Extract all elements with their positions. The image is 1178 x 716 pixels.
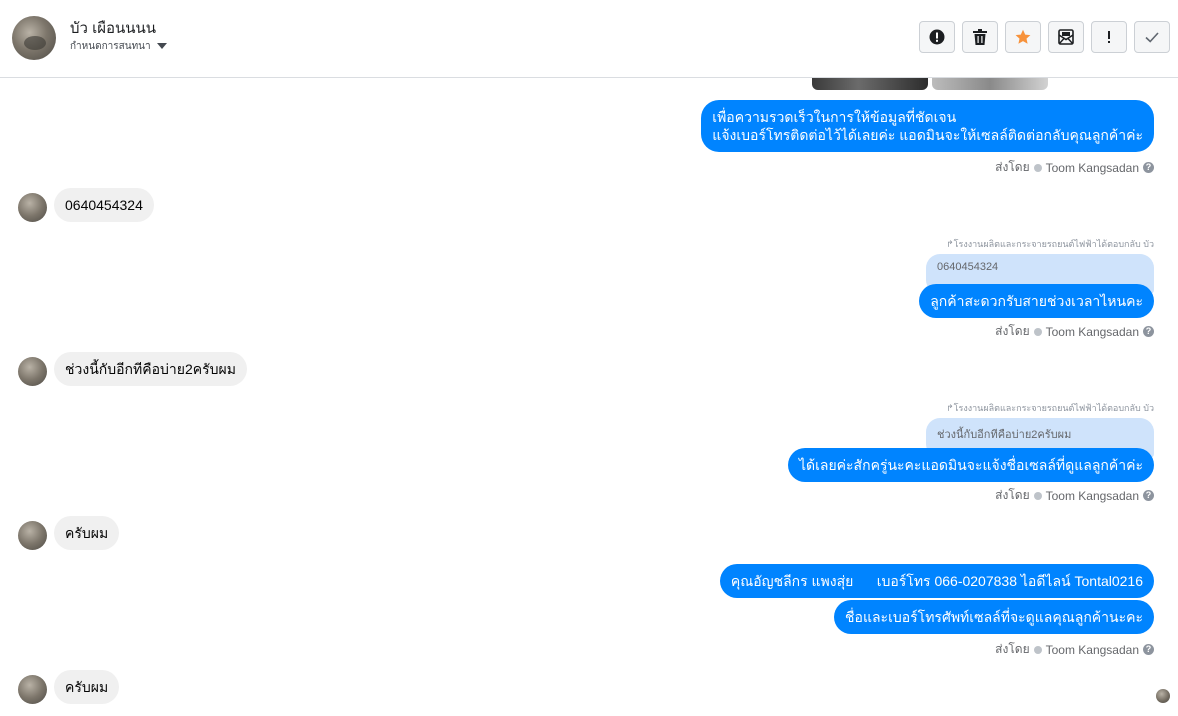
photo-attachment[interactable] (812, 78, 928, 90)
outgoing-message[interactable]: ลูกค้าสะดวกรับสายช่วงเวลาไหนคะ (919, 284, 1154, 318)
sent-by-prefix: ส่งโดย (995, 324, 1030, 338)
reply-arrow-icon: ↱ (946, 239, 954, 249)
reply-note-text: โรงงานผลิตและกระจายรถยนต์ไฟฟ้าได้ตอบกลับ… (953, 403, 1154, 413)
attached-photos (812, 78, 1048, 90)
message-line: แจ้งเบอร์โทรติดต่อไว้ได้เลยค่ะ แอดมินจะใ… (712, 127, 1143, 143)
contact-avatar[interactable] (12, 16, 56, 60)
sent-by-label: ส่งโดย Toom Kangsadan ? (995, 640, 1154, 659)
mark-unread-button[interactable] (1048, 21, 1084, 53)
sent-by-prefix: ส่งโดย (995, 642, 1030, 656)
sent-by-label: ส่งโดย Toom Kangsadan ? (995, 486, 1154, 505)
help-icon[interactable]: ? (1143, 490, 1154, 501)
sent-by-prefix: ส่งโดย (995, 160, 1030, 174)
agent-name: Toom Kangsadan (1045, 642, 1139, 657)
sender-avatar[interactable] (18, 193, 47, 222)
agent-name: Toom Kangsadan (1045, 324, 1139, 339)
report-button[interactable] (919, 21, 955, 53)
seen-receipt-avatar (1156, 689, 1170, 703)
agent-status-icon (1033, 645, 1042, 654)
outgoing-message[interactable]: เพื่อความรวดเร็วในการให้ข้อมูลที่ชัดเจน … (701, 100, 1154, 152)
contact-name[interactable]: บัว เผือนนนน (70, 16, 156, 40)
photo-attachment[interactable] (932, 78, 1048, 90)
sender-avatar[interactable] (18, 521, 47, 550)
outgoing-message[interactable]: ได้เลยค่ะสักครู่นะคะแอดมินจะแจ้งชื่อเซลล… (787, 448, 1154, 482)
checkmark-icon (1145, 32, 1159, 43)
delete-button[interactable] (962, 21, 998, 53)
agent-status-icon (1033, 327, 1042, 336)
help-icon[interactable]: ? (1143, 644, 1154, 655)
outgoing-message[interactable]: ชื่อและเบอร์โทรศัพท์เซลล์ที่จะดูแลคุณลูก… (834, 600, 1154, 634)
reply-note: ↱โรงงานผลิตและกระจายรถยนต์ไฟฟ้าได้ตอบกลั… (946, 237, 1154, 251)
incoming-message[interactable]: ครับผม (54, 516, 120, 550)
sent-by-prefix: ส่งโดย (995, 488, 1030, 502)
star-button[interactable] (1005, 21, 1041, 53)
help-icon[interactable]: ? (1143, 162, 1154, 173)
agent-status-icon (1033, 163, 1042, 172)
help-icon[interactable]: ? (1143, 326, 1154, 337)
reply-note: ↱โรงงานผลิตและกระจายรถยนต์ไฟฟ้าได้ตอบกลั… (946, 401, 1154, 415)
reply-note-text: โรงงานผลิตและกระจายรถยนต์ไฟฟ้าได้ตอบกลับ… (953, 239, 1154, 249)
caret-down-icon (156, 43, 167, 50)
sender-avatar[interactable] (18, 675, 47, 704)
sent-by-label: ส่งโดย Toom Kangsadan ? (995, 322, 1154, 341)
message-line: เพื่อความรวดเร็วในการให้ข้อมูลที่ชัดเจน (712, 109, 957, 125)
agent-status-icon (1033, 491, 1042, 500)
sent-by-label: ส่งโดย Toom Kangsadan ? (995, 158, 1154, 177)
conversation-label-dropdown[interactable]: กำหนดการสนทนา (70, 39, 167, 54)
incoming-message[interactable]: ครับผม (54, 670, 120, 704)
conversation-toolbar (919, 21, 1170, 53)
mark-done-button[interactable] (1134, 21, 1170, 53)
incoming-message[interactable]: 0640454324 (54, 188, 154, 222)
follow-up-button[interactable] (1091, 21, 1127, 53)
mark-unread-icon (1058, 29, 1074, 45)
trash-icon (973, 29, 987, 45)
outgoing-message[interactable]: คุณอัญชลีกร แพงสุ่ย เบอร์โทร 066-0207838… (719, 564, 1154, 598)
sender-avatar[interactable] (18, 357, 47, 386)
conversation-label-text: กำหนดการสนทนา (70, 41, 151, 52)
report-icon (929, 29, 945, 45)
reply-arrow-icon: ↱ (946, 403, 954, 413)
star-icon (1015, 29, 1031, 44)
incoming-message[interactable]: ช่วงนี้กับอีกทีคือบ่าย2ครับผม (54, 352, 247, 386)
exclamation-icon (1108, 31, 1110, 43)
agent-name: Toom Kangsadan (1045, 160, 1139, 175)
agent-name: Toom Kangsadan (1045, 488, 1139, 503)
conversation-header: บัว เผือนนนน กำหนดการสนทนา (0, 0, 1178, 78)
